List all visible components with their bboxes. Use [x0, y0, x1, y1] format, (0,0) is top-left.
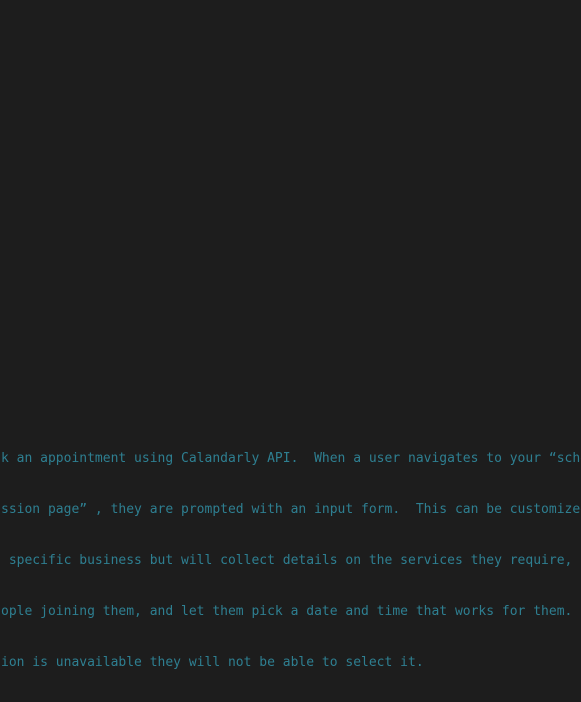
prompt-line-title-retry: ? What is the title of your project? Ple… — [0, 229, 581, 246]
prompt-line-description: ? Enter a description of your project: S… — [0, 399, 581, 416]
wrapped-line: ssion page” , they are prompted with an … — [1, 502, 581, 517]
command-line: $ node index.js — [0, 144, 581, 161]
terminal-window[interactable]: ndino@LAPTOP-G4NTDMV1 MINGW64 ~/Desktop/… — [0, 0, 581, 702]
wrapped-line: ion is unavailable they will not be able… — [1, 655, 424, 670]
terminal-screen: ndino@LAPTOP-G4NTDMV1 MINGW64 ~/Desktop/… — [0, 0, 581, 702]
wrapped-line: specific business but will collect detai… — [8, 553, 581, 568]
prompt-line-title: ? What is the title of your project? Ses… — [0, 314, 581, 331]
wrapped-line: k an appointment using Calandarly API. W… — [1, 451, 581, 466]
header-prompt-line: ndino@LAPTOP-G4NTDMV1 MINGW64 ~/Desktop/… — [0, 59, 581, 76]
wrapped-line: ople joining them, and let them pick a d… — [1, 604, 573, 619]
